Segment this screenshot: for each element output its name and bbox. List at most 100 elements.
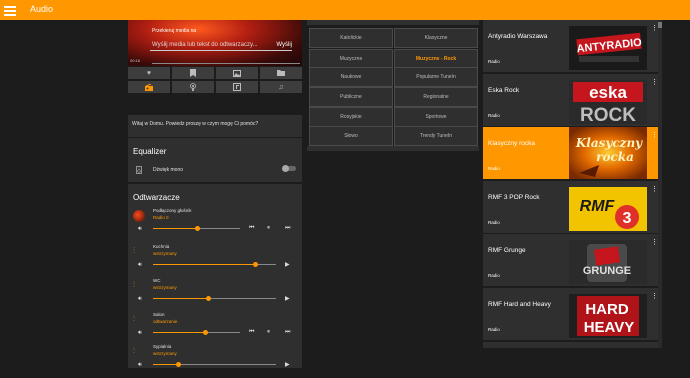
player-name: Podłączony głośnik [153, 208, 192, 213]
svg-text:3: 3 [623, 210, 632, 227]
more-options-icon[interactable]: ⋮ [651, 185, 658, 193]
station-type: Radio [488, 327, 500, 332]
play-icon[interactable]: ▶ [285, 361, 290, 368]
player-row: ⫶ WC wstrzymany 🔊︎ ▶ [128, 278, 302, 312]
more-options-icon[interactable]: ⋮ [651, 78, 658, 86]
podcast-icon[interactable] [172, 81, 214, 93]
mono-sound-toggle[interactable] [282, 165, 296, 172]
player-state: wstrzymany [153, 351, 177, 356]
heart-icon[interactable]: ♥ [128, 67, 170, 79]
svg-text:HEAVY: HEAVY [584, 319, 635, 336]
mono-sound-label: Dźwięk mono [153, 167, 184, 173]
speaker-icon [136, 166, 142, 176]
play-icon[interactable]: ▶ [285, 295, 290, 302]
menu-icon[interactable] [4, 4, 16, 16]
volume-icon[interactable]: 🔊︎ [138, 296, 142, 303]
player-row: ⫶ Kuchnia wstrzymany 🔊︎ ▶ [128, 244, 302, 278]
volume-icon[interactable]: 🔊︎ [138, 330, 142, 337]
equalizer-card: Equalizer Dźwięk mono [128, 138, 302, 182]
media-send-field[interactable]: Wyślij media lub tekst do odtwarzaczy...… [150, 39, 292, 51]
volume-slider-knob[interactable] [176, 362, 181, 367]
station-item[interactable]: RMF Hard and Heavy Radio HARD HEAVY ⋮ [483, 288, 658, 340]
player-state: Radio 0 [153, 215, 169, 220]
skip-previous-icon[interactable]: ⏮︎ [249, 225, 254, 232]
music-library-icon[interactable] [216, 81, 258, 93]
more-options-icon[interactable]: ⋮ [651, 131, 658, 139]
category-button[interactable]: Sportowe [394, 107, 478, 127]
assistant-greeting: Witaj w Domu. Powiedz proszę w czym mogę… [132, 121, 259, 127]
player-row: ⫶ Salon odtwarzanie 🔊︎ ⏮︎ ⏸︎ ⏭︎ [128, 312, 302, 346]
svg-text:HARD: HARD [585, 301, 628, 318]
station-item[interactable]: RMF Grunge Radio GRUNGE ⋮ [483, 234, 658, 286]
station-type: Radio [488, 166, 500, 171]
station-item[interactable]: Antyradio Warszawa Radio ANTYRADIO ⋮ [483, 20, 658, 72]
volume-fill [153, 332, 205, 333]
player-row: ⫶ Sypialnia wstrzymany 🔊︎ ▶ [128, 344, 302, 378]
scrollbar-track[interactable] [658, 20, 662, 348]
radio-icon[interactable] [128, 81, 170, 93]
svg-text:eska: eska [589, 83, 627, 102]
bookmark-icon[interactable] [172, 67, 214, 79]
player-state: wstrzymany [153, 251, 177, 256]
media-progress-bar[interactable] [152, 63, 300, 64]
category-button[interactable]: Naukowe [309, 67, 393, 87]
station-item-partial[interactable] [483, 342, 658, 348]
volume-icon[interactable]: 🔊︎ [138, 262, 142, 269]
station-item[interactable]: Klasyczny rocka Radio Klasyczny rocka ⋮ [483, 127, 658, 179]
category-button[interactable]: Muzyczne [309, 49, 393, 69]
page-title: Audio [30, 4, 54, 14]
volume-slider-knob[interactable] [206, 296, 211, 301]
category-button[interactable]: Popularne TuneIn [394, 67, 478, 87]
skip-previous-icon[interactable]: ⏮︎ [249, 329, 254, 336]
station-type: Radio [488, 113, 500, 118]
svg-text:rocka: rocka [596, 150, 634, 164]
scrollbar-thumb[interactable] [658, 22, 662, 28]
category-column: Katolickie Klasyczne Muzyczne Muzyczne -… [307, 20, 479, 348]
station-name: Klasyczny rocka [488, 140, 535, 147]
station-item[interactable]: Eska Rock Radio eska ROCK ⋮ [483, 74, 658, 126]
skip-next-icon[interactable]: ⏭︎ [285, 225, 290, 232]
folder-icon[interactable] [260, 67, 302, 79]
send-button[interactable]: Wyślij [276, 42, 292, 48]
category-button[interactable]: Katolickie [309, 28, 393, 48]
volume-fill [153, 228, 197, 229]
category-button[interactable]: Trendy TuneIn [394, 126, 478, 146]
station-logo-antyradio: ANTYRADIO [569, 26, 647, 70]
volume-slider-knob[interactable] [253, 262, 258, 267]
volume-icon[interactable]: 🔊︎ [138, 362, 142, 369]
play-icon[interactable]: ▶ [285, 261, 290, 268]
more-options-icon[interactable]: ⋮ [651, 24, 658, 32]
skip-next-icon[interactable]: ⏭︎ [285, 329, 290, 336]
player-row: Podłączony głośnik Radio 0 🔊︎ ⏮︎ ⏸︎ ⏭︎ [128, 208, 302, 242]
speaker-group-icon: ⫶ [133, 246, 135, 255]
volume-slider-knob[interactable] [195, 226, 200, 231]
svg-text:RMF: RMF [580, 198, 616, 215]
pause-icon[interactable]: ⏸︎ [267, 225, 270, 232]
player-name: Kuchnia [153, 244, 170, 249]
category-button[interactable]: Klasyczne [394, 28, 478, 48]
volume-slider-knob[interactable] [203, 330, 208, 335]
volume-fill [153, 264, 255, 265]
category-button[interactable]: Rosyjskie [309, 107, 393, 127]
speaker-group-icon: ⫶ [133, 280, 135, 289]
category-button[interactable]: Słowo [309, 126, 393, 146]
speaker-group-icon: ⫶ [133, 314, 135, 323]
category-button[interactable]: Publiczne [309, 87, 393, 107]
pause-icon[interactable]: ⏸︎ [267, 329, 270, 336]
volume-icon[interactable]: 🔊︎ [138, 226, 142, 233]
player-avatar [133, 210, 145, 222]
players-card: Odtwarzacze Podłączony głośnik Radio 0 🔊… [128, 184, 302, 368]
category-button[interactable]: Regionalne [394, 87, 478, 107]
station-type: Radio [488, 59, 500, 64]
station-item[interactable]: RMF 3 POP Rock Radio RMF 3 ⋮ [483, 181, 658, 233]
equalizer-title: Equalizer [133, 147, 167, 156]
toggle-knob [282, 165, 289, 172]
more-options-icon[interactable]: ⋮ [651, 292, 658, 300]
music-note-icon[interactable]: ♫ [260, 81, 302, 93]
station-name: RMF 3 POP Rock [488, 194, 540, 201]
player-state: wstrzymany [153, 285, 177, 290]
cast-target-label[interactable]: Przekieruj media na [152, 28, 196, 34]
category-button[interactable]: Muzyczne - Rock [394, 49, 478, 69]
more-options-icon[interactable]: ⋮ [651, 238, 658, 246]
photo-icon[interactable] [216, 67, 258, 79]
